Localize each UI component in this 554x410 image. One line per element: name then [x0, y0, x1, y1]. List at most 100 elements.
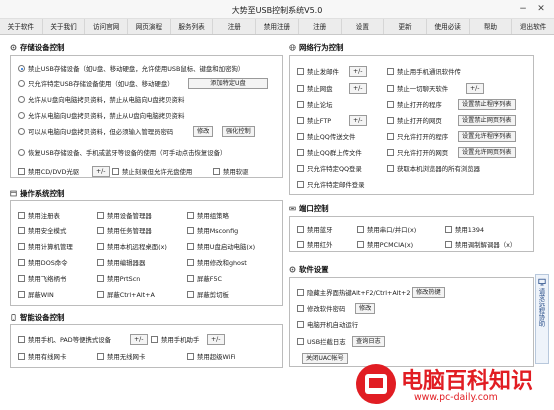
menu-item-exit[interactable]: 退出软件: [512, 19, 554, 34]
software-item[interactable]: 隐藏主界面热键Alt+F2/Ctrl+Alt+2: [297, 288, 410, 297]
net-left-item[interactable]: 禁止QQ传送文件: [297, 132, 355, 141]
checkbox[interactable]: [97, 227, 104, 234]
checkbox[interactable]: [297, 101, 304, 108]
radio[interactable]: [18, 80, 25, 87]
os-item[interactable]: 屏蔽剪切板: [187, 290, 229, 299]
disable-floppy-row[interactable]: 禁用软驱: [213, 167, 249, 176]
os-item[interactable]: 禁用组策略: [187, 211, 229, 220]
checkbox[interactable]: [357, 226, 364, 233]
set-blocked-apps-button[interactable]: 设置禁止程序列表: [458, 99, 516, 110]
os-item[interactable]: 禁用安全模式: [18, 226, 66, 235]
port-item[interactable]: 禁用红外: [297, 240, 333, 249]
storage-option-2[interactable]: 只允许特定USB存储设备使用（如U盘、移动硬盘）: [18, 79, 174, 88]
change-software-password-button[interactable]: 修改: [355, 303, 376, 314]
checkbox[interactable]: [97, 212, 104, 219]
disable-assistant-row[interactable]: 禁用手机助手: [151, 335, 199, 344]
net-left-item[interactable]: 禁止论坛: [297, 100, 333, 109]
checkbox[interactable]: [213, 168, 220, 175]
phone-toggle-button[interactable]: +/-: [130, 334, 148, 345]
os-item[interactable]: 禁用本机远程桌面(x): [97, 242, 167, 251]
net-left-item[interactable]: 禁止网盘: [297, 84, 333, 93]
checkbox[interactable]: [97, 243, 104, 250]
net-right-item[interactable]: 禁止用手机通讯软件传: [387, 67, 461, 76]
cd-toggle-button[interactable]: +/-: [92, 166, 110, 177]
menu-item-register[interactable]: 注册: [213, 19, 257, 34]
checkbox[interactable]: [297, 117, 304, 124]
minimize-icon[interactable]: −: [514, 3, 532, 15]
set-blocked-sites-button[interactable]: 设置禁止网页列表: [458, 115, 516, 126]
netdisk-toggle-button[interactable]: +/-: [349, 83, 367, 94]
os-item[interactable]: 屏蔽WIN: [18, 290, 54, 299]
checkbox[interactable]: [445, 241, 452, 248]
menu-item-read-first[interactable]: 使用必读: [427, 19, 470, 34]
checkbox[interactable]: [187, 353, 194, 360]
checkbox[interactable]: [151, 336, 158, 343]
menu-item-unregister[interactable]: 禁用注册: [256, 19, 299, 34]
os-item[interactable]: 禁用飞络柄书: [18, 274, 66, 283]
disable-uac-button[interactable]: 关闭UAC帐号: [302, 353, 348, 364]
checkbox[interactable]: [387, 117, 394, 124]
checkbox[interactable]: [187, 212, 194, 219]
checkbox[interactable]: [387, 85, 394, 92]
radio[interactable]: [18, 96, 25, 103]
checkbox[interactable]: [387, 133, 394, 140]
port-item[interactable]: 禁用串口/并口(x): [357, 225, 416, 234]
checkbox[interactable]: [187, 227, 194, 234]
net-left-item[interactable]: 禁止发邮件: [297, 67, 339, 76]
radio[interactable]: [18, 128, 25, 135]
checkbox[interactable]: [297, 68, 304, 75]
radio[interactable]: [18, 149, 25, 156]
net-right-item[interactable]: 只允许打开的程序: [387, 132, 448, 141]
remote-assist-tab[interactable]: 请求远程协助: [535, 274, 549, 364]
checkbox[interactable]: [297, 85, 304, 92]
checkbox[interactable]: [297, 321, 304, 328]
menu-item-tutorial[interactable]: 网页演程: [128, 19, 171, 34]
net-right-item[interactable]: 禁止一切聊天软件: [387, 84, 448, 93]
set-allowed-apps-button[interactable]: 设置允许程序列表: [458, 131, 516, 142]
checkbox[interactable]: [97, 291, 104, 298]
menu-item-settings[interactable]: 设置: [342, 19, 385, 34]
menu-item-update[interactable]: 更新: [384, 19, 427, 34]
checkbox[interactable]: [187, 259, 194, 266]
os-item[interactable]: 禁用Msconfig: [187, 226, 238, 235]
port-item[interactable]: 禁用PCMCIA(x): [357, 240, 413, 249]
checkbox[interactable]: [297, 338, 304, 345]
disable-wireless-nic-row[interactable]: 禁用无线网卡: [97, 352, 145, 361]
checkbox[interactable]: [297, 226, 304, 233]
menu-item-about-software[interactable]: 关于软件: [0, 19, 43, 34]
os-item[interactable]: 禁用计算机管理: [18, 242, 73, 251]
change-hotkey-button[interactable]: 修改热键: [412, 287, 445, 298]
storage-option-4[interactable]: 允许从电脑向U盘拷贝资料，禁止从U盘向电脑拷贝资料: [18, 111, 184, 120]
storage-option-6[interactable]: 恢复USB存储设备、手机或蓝牙等设备的使用（可手动点击恢复设备）: [18, 148, 226, 157]
net-left-item[interactable]: 禁止FTP: [297, 116, 331, 125]
os-item[interactable]: 屏蔽F5C: [187, 274, 222, 283]
checkbox[interactable]: [18, 227, 25, 234]
storage-option-5[interactable]: 可以从电脑向U盘拷贝资料，但必须输入管理员密码: [18, 127, 173, 136]
checkbox[interactable]: [18, 353, 25, 360]
checkbox[interactable]: [297, 289, 304, 296]
net-left-item[interactable]: 禁止QQ群上传文件: [297, 148, 362, 157]
radio[interactable]: [18, 112, 25, 119]
checkbox[interactable]: [387, 165, 394, 172]
checkbox[interactable]: [357, 241, 364, 248]
port-item[interactable]: 禁用1394: [445, 225, 484, 234]
chat-toggle-button[interactable]: +/-: [466, 83, 484, 94]
net-right-item[interactable]: 禁止打开的网页: [387, 116, 442, 125]
ftp-toggle-button[interactable]: +/-: [349, 115, 367, 126]
software-item[interactable]: USB拦截日志: [297, 337, 346, 346]
checkbox[interactable]: [297, 241, 304, 248]
checkbox[interactable]: [18, 243, 25, 250]
software-item[interactable]: 电脑开机自动运行: [297, 320, 358, 329]
net-right-item[interactable]: 获取本机浏览器的所有浏览器: [387, 164, 480, 173]
storage-option-3[interactable]: 允许从U盘向电脑拷贝资料，禁止从电脑向U盘拷贝资料: [18, 95, 184, 104]
menu-item-website[interactable]: 访问官网: [85, 19, 129, 34]
menu-item-register-2[interactable]: 注册: [299, 19, 342, 34]
checkbox[interactable]: [387, 101, 394, 108]
checkbox[interactable]: [18, 168, 25, 175]
checkbox[interactable]: [387, 149, 394, 156]
checkbox[interactable]: [297, 133, 304, 140]
checkbox[interactable]: [97, 353, 104, 360]
checkbox[interactable]: [18, 212, 25, 219]
os-item[interactable]: 禁用PrtScn: [97, 274, 140, 283]
close-icon[interactable]: ✕: [532, 3, 550, 15]
